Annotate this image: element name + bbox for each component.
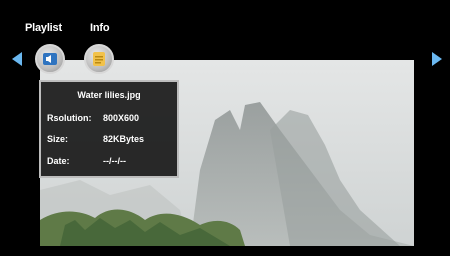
info-row-resolution: Rsolution: 800X600	[47, 113, 177, 125]
resolution-value: 800X600	[103, 113, 140, 123]
resolution-label: Rsolution:	[47, 113, 92, 123]
size-label: Size:	[47, 134, 69, 144]
info-row-size: Size: 82KBytes	[47, 134, 177, 146]
tab-playlist-label: Playlist	[25, 22, 62, 34]
file-info-panel: Water lilies.jpg Rsolution: 800X600 Size…	[39, 80, 179, 178]
previous-arrow-icon[interactable]	[12, 52, 22, 66]
info-row-date: Date: --/--/--	[47, 156, 177, 168]
document-icon	[93, 52, 105, 66]
next-arrow-icon[interactable]	[432, 52, 442, 66]
date-label: Date:	[47, 156, 70, 166]
tab-info-label: Info	[90, 22, 110, 34]
tab-playlist[interactable]	[35, 44, 65, 74]
photo-viewer-screen: Playlist Info Water lilies.jpg Rsolution…	[0, 0, 450, 256]
size-value: 82KBytes	[103, 134, 145, 144]
speaker-icon	[43, 53, 57, 65]
file-name: Water lilies.jpg	[77, 90, 141, 100]
date-value: --/--/--	[103, 156, 126, 166]
tab-info[interactable]	[84, 44, 114, 74]
